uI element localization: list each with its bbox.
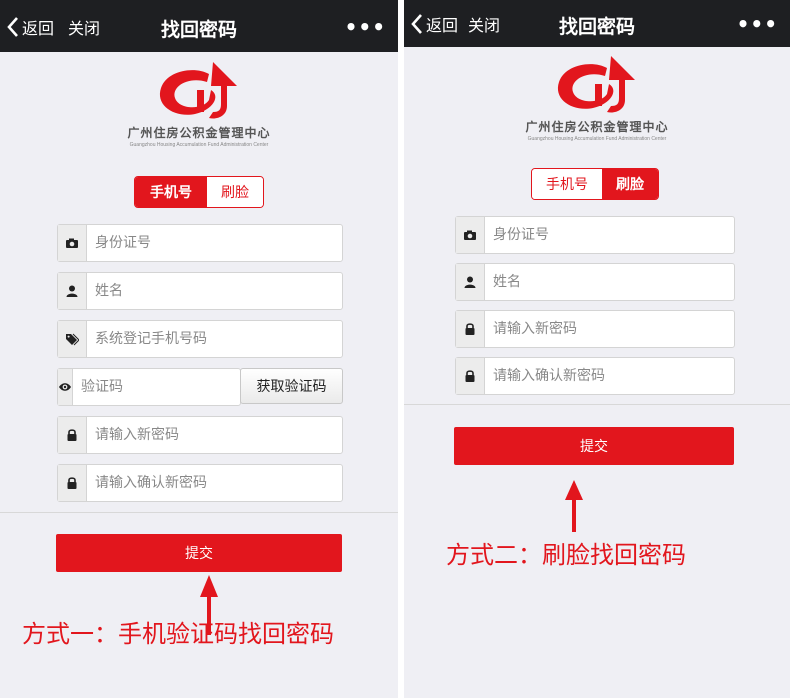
lock-icon	[58, 417, 87, 453]
new-password-field[interactable]	[57, 416, 343, 454]
user-icon	[58, 273, 87, 309]
new-password-input[interactable]	[485, 311, 734, 347]
id-number-input[interactable]	[87, 225, 342, 261]
name-field[interactable]	[455, 263, 735, 301]
logo: 广州住房公积金管理中心 Guangzhou Housing Accumulati…	[404, 54, 790, 142]
verify-code-input[interactable]	[73, 369, 263, 405]
method-tabs: 手机号 刷脸	[134, 176, 264, 208]
arrow-up-icon	[565, 480, 583, 532]
top-nav-bar: 返回 关闭 找回密码 •••	[404, 0, 790, 47]
more-menu-button[interactable]: •••	[737, 12, 778, 36]
confirm-password-field[interactable]	[57, 464, 343, 502]
confirm-password-input[interactable]	[485, 358, 734, 394]
lock-icon	[58, 465, 87, 501]
eye-icon	[58, 369, 73, 405]
tab-face[interactable]: 刷脸	[207, 177, 263, 207]
method-two-caption: 方式二：刷脸找回密码	[446, 541, 686, 569]
confirm-password-field[interactable]	[455, 357, 735, 395]
method-tabs: 手机号 刷脸	[531, 168, 659, 200]
new-password-field[interactable]	[455, 310, 735, 348]
gjj-logo-icon	[159, 62, 237, 119]
verify-code-field[interactable]	[57, 368, 263, 406]
id-number-field[interactable]	[57, 224, 343, 262]
camera-icon	[58, 225, 87, 261]
left-phone-screen: 返回 关闭 找回密码 ••• 广州住房公积金管理中心 Guangzhou Hou…	[0, 0, 398, 698]
get-code-button[interactable]: 获取验证码	[240, 368, 343, 404]
right-phone-screen: 返回 关闭 找回密码 ••• 广州住房公积金管理中心 Guangzhou Hou…	[404, 0, 790, 698]
gjj-logo-icon	[557, 56, 635, 113]
name-field[interactable]	[57, 272, 343, 310]
phone-field[interactable]	[57, 320, 343, 358]
logo-cn-text: 广州住房公积金管理中心	[127, 126, 271, 140]
id-number-field[interactable]	[455, 216, 735, 254]
lock-icon	[456, 311, 485, 347]
submit-button[interactable]: 提交	[56, 534, 342, 572]
tab-phone[interactable]: 手机号	[135, 177, 207, 207]
camera-icon	[456, 217, 485, 253]
logo-en-text: Guangzhou Housing Accumulation Fund Admi…	[129, 142, 269, 148]
lock-icon	[456, 358, 485, 394]
divider	[0, 512, 398, 513]
logo-cn-text: 广州住房公积金管理中心	[525, 120, 669, 134]
method-one-caption: 方式一：手机验证码找回密码	[22, 620, 334, 648]
confirm-password-input[interactable]	[87, 465, 342, 501]
page-title: 找回密码	[160, 19, 237, 41]
page-title: 找回密码	[558, 16, 635, 38]
name-input[interactable]	[87, 273, 342, 309]
logo: 广州住房公积金管理中心 Guangzhou Housing Accumulati…	[0, 60, 398, 148]
tag-icon	[58, 321, 87, 357]
more-menu-button[interactable]: •••	[345, 15, 386, 39]
submit-button[interactable]: 提交	[454, 427, 734, 465]
top-nav-bar: 返回 关闭 找回密码 •••	[0, 0, 398, 52]
id-number-input[interactable]	[485, 217, 734, 253]
user-icon	[456, 264, 485, 300]
tab-face[interactable]: 刷脸	[602, 169, 658, 199]
tab-phone[interactable]: 手机号	[532, 169, 602, 199]
new-password-input[interactable]	[87, 417, 342, 453]
name-input[interactable]	[485, 264, 734, 300]
logo-en-text: Guangzhou Housing Accumulation Fund Admi…	[527, 136, 667, 142]
divider	[404, 404, 790, 405]
phone-input[interactable]	[87, 321, 342, 357]
